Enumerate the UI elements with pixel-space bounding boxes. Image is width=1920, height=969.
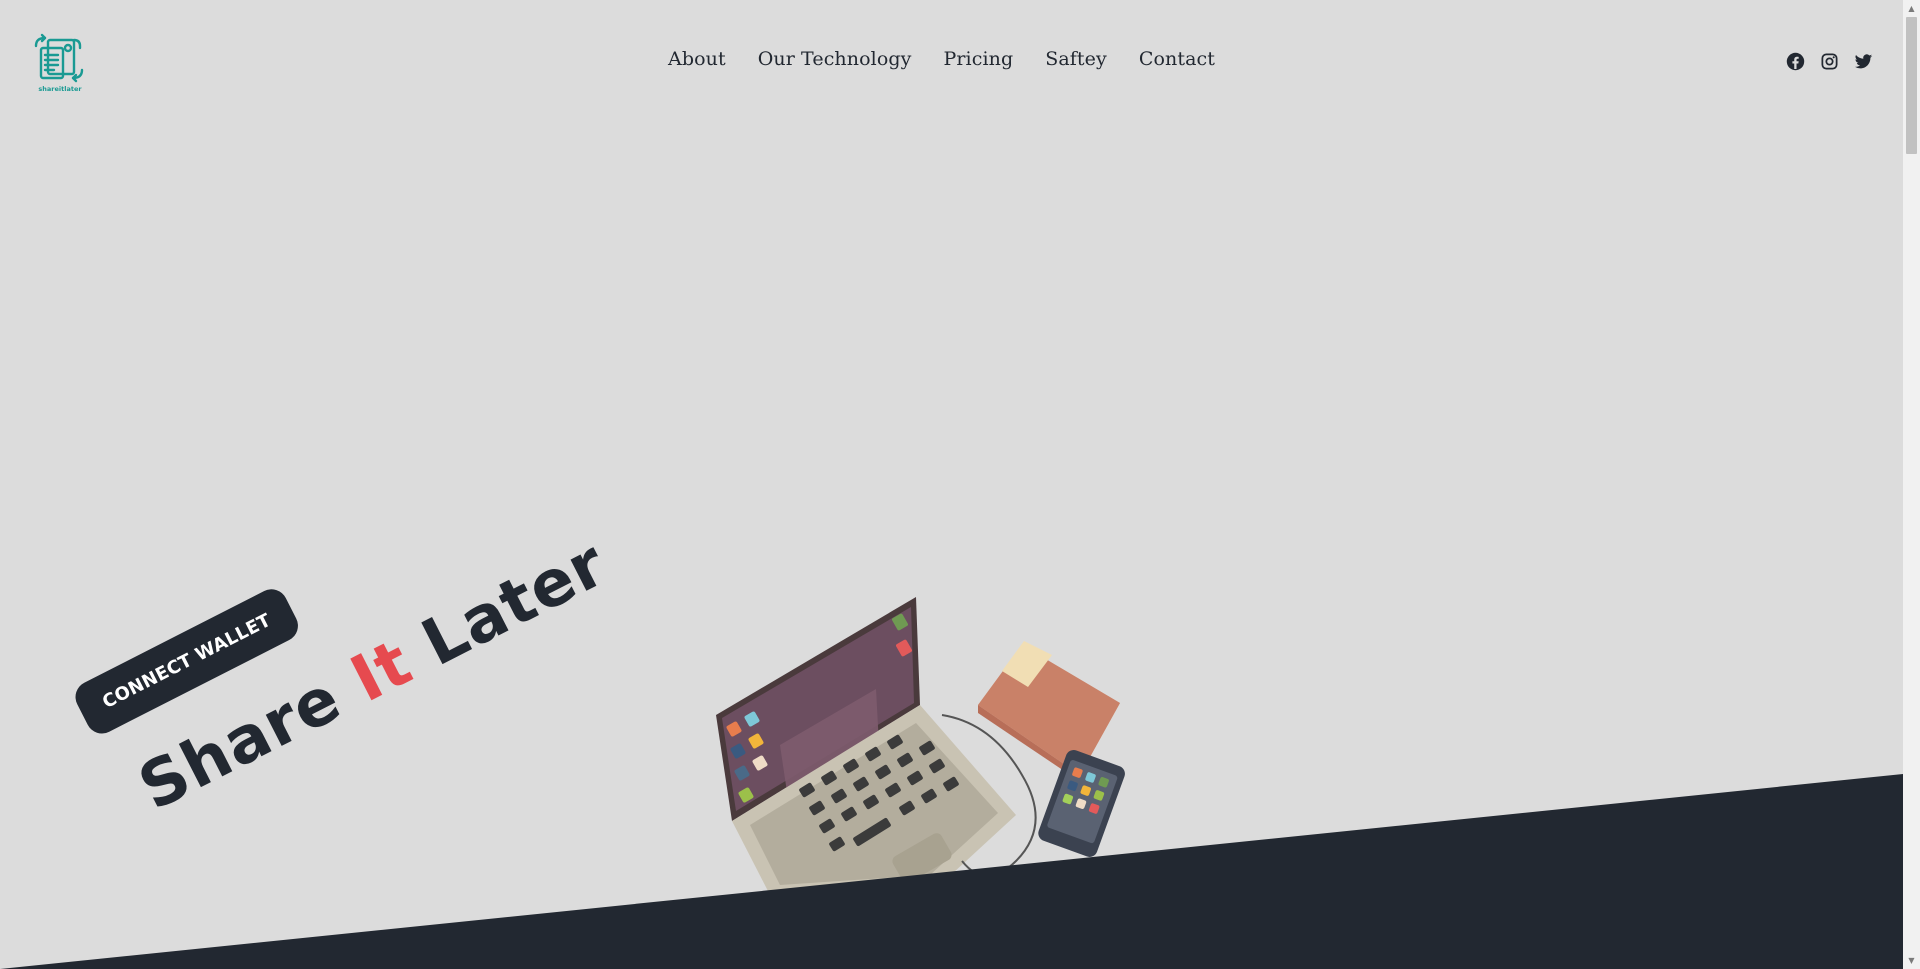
footer-band [0, 774, 1903, 969]
page: shareitlater About Our Technology Pricin… [0, 0, 1903, 969]
scroll-up-arrow-icon[interactable]: ▲ [1903, 0, 1920, 17]
vertical-scrollbar[interactable]: ▲ ▼ [1903, 0, 1920, 969]
scroll-down-arrow-icon[interactable]: ▼ [1903, 952, 1920, 969]
scrollbar-thumb[interactable] [1906, 17, 1917, 154]
